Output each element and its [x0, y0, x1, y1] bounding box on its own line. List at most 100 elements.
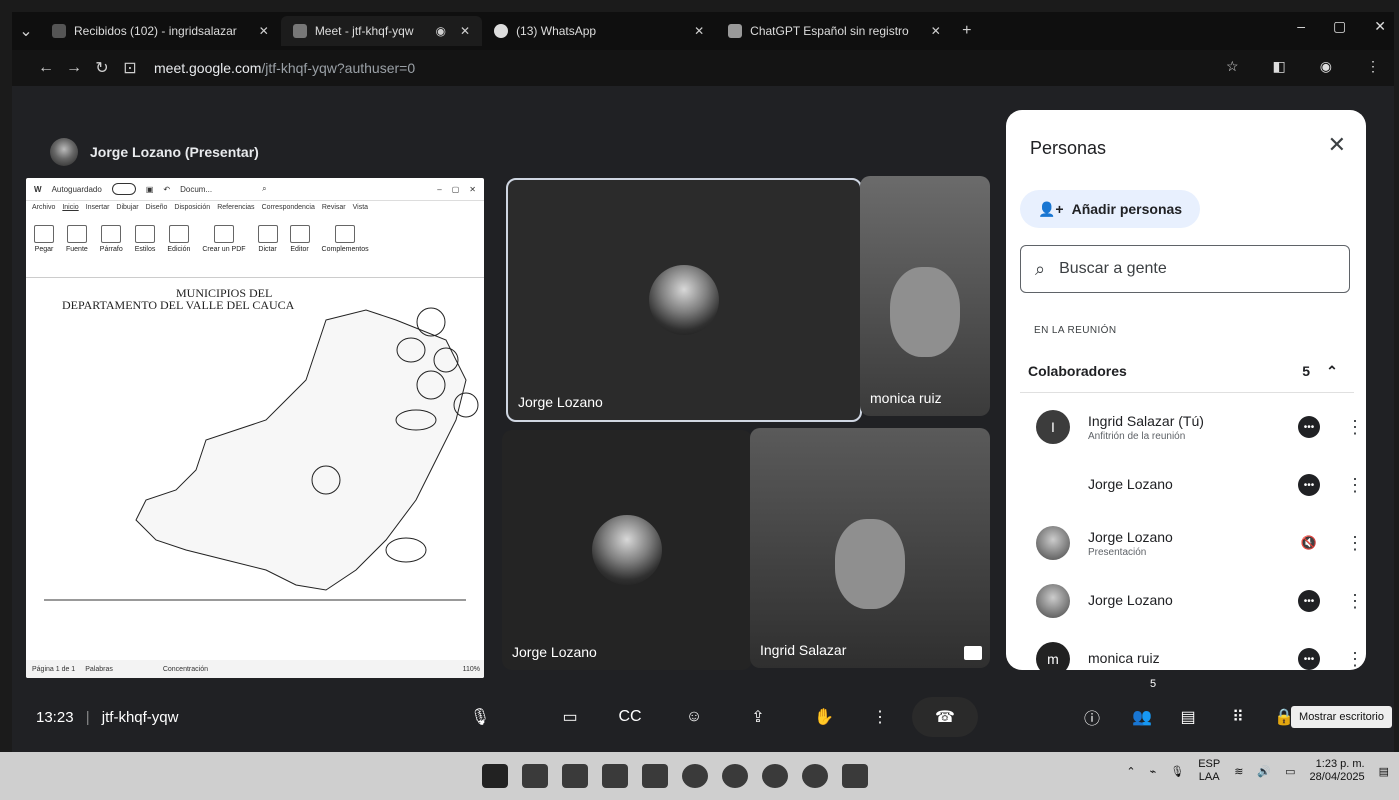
chat-button[interactable]: ▤: [1168, 697, 1208, 737]
start-icon[interactable]: [482, 764, 508, 788]
menu-item[interactable]: Revisar: [322, 204, 346, 218]
network-icon[interactable]: ⌁: [1150, 765, 1157, 778]
discord-icon[interactable]: [762, 764, 788, 788]
participant-name: Jorge Lozano: [1088, 528, 1173, 545]
more-options-icon[interactable]: ⋮: [1346, 533, 1364, 554]
profile-icon[interactable]: ◉: [1320, 58, 1332, 75]
search-icon[interactable]: ⌕: [262, 184, 266, 194]
tab-meet[interactable]: Meet - jtf-khqf-yqw ◉ ✕: [280, 16, 483, 46]
menu-item[interactable]: Referencias: [217, 204, 254, 218]
notifications-icon[interactable]: ▤: [1379, 765, 1389, 778]
minimize-icon[interactable]: –: [437, 185, 441, 194]
info-button[interactable]: ⓘ: [1072, 697, 1112, 737]
ribbon-addins[interactable]: Complementos: [322, 225, 369, 273]
minimize-icon[interactable]: –: [1297, 18, 1305, 35]
ribbon-editing[interactable]: Edición: [167, 225, 190, 273]
close-icon[interactable]: ✕: [931, 24, 941, 38]
close-icon[interactable]: ✕: [694, 24, 704, 38]
activities-button[interactable]: ⠿: [1218, 697, 1258, 737]
extensions-icon[interactable]: ◧: [1273, 58, 1286, 75]
present-button[interactable]: ⇪: [738, 697, 778, 737]
forward-icon[interactable]: →: [60, 59, 88, 77]
back-icon[interactable]: ←: [32, 59, 60, 77]
more-options-icon[interactable]: ⋮: [1346, 417, 1364, 438]
status-zoom[interactable]: 110%: [463, 666, 480, 673]
autosave-toggle[interactable]: [111, 183, 136, 195]
collaborators-group-header[interactable]: Colaboradores 5 ⌃: [1020, 350, 1354, 393]
language-indicator[interactable]: ESP LAA: [1198, 758, 1220, 784]
participant-tile[interactable]: Ingrid Salazar: [750, 428, 990, 668]
excel-icon[interactable]: [562, 764, 588, 788]
more-options-icon[interactable]: ⋮: [1346, 475, 1364, 496]
participant-tile[interactable]: Jorge Lozano: [506, 178, 862, 422]
tab-chatgpt[interactable]: ChatGPT Español sin registro ✕: [716, 16, 953, 46]
url-field[interactable]: meet.google.com/jtf-khqf-yqw?authuser=0: [154, 60, 415, 76]
ribbon-font[interactable]: Fuente: [66, 225, 88, 273]
close-icon[interactable]: ✕: [1328, 132, 1346, 158]
edge-icon[interactable]: [682, 764, 708, 788]
close-icon[interactable]: ✕: [460, 24, 470, 38]
volume-icon[interactable]: 🔊: [1257, 765, 1271, 778]
menu-item[interactable]: Diseño: [146, 204, 168, 218]
browser-menu-icon[interactable]: ⋮: [1366, 58, 1380, 75]
site-info-icon[interactable]: ⊡: [116, 58, 144, 78]
menu-item[interactable]: Archivo: [32, 204, 55, 218]
people-search-input[interactable]: ⌕ Buscar a gente: [1020, 245, 1350, 293]
bookmark-star-icon[interactable]: ☆: [1226, 58, 1239, 75]
battery-icon[interactable]: ▭: [1285, 765, 1295, 778]
hang-up-button[interactable]: ☎: [912, 697, 978, 737]
chrome-icon[interactable]: [802, 764, 828, 788]
camera-button[interactable]: ▭: [550, 697, 590, 737]
ribbon-paste[interactable]: Pegar: [34, 225, 54, 273]
mic-button[interactable]: 🎙: [460, 697, 500, 737]
ribbon-styles[interactable]: Estilos: [135, 225, 155, 273]
word-icon[interactable]: [522, 764, 548, 788]
save-icon[interactable]: ▣: [146, 185, 154, 194]
chevron-up-icon[interactable]: ⌃: [1126, 765, 1135, 778]
whatsapp-icon: [494, 24, 509, 38]
more-options-icon[interactable]: ⋮: [860, 697, 900, 737]
people-button[interactable]: 👥: [1122, 697, 1162, 737]
menu-item[interactable]: Insertar: [86, 204, 110, 218]
mic-icon[interactable]: 🎙: [1170, 765, 1184, 778]
browser-icon[interactable]: [722, 764, 748, 788]
restore-icon[interactable]: ▢: [1333, 18, 1346, 35]
participant-tile[interactable]: monica ruiz: [860, 176, 990, 416]
language-code: ESP: [1198, 758, 1221, 770]
file-explorer-icon[interactable]: [642, 764, 668, 788]
add-people-button[interactable]: 👤+ Añadir personas: [1020, 190, 1201, 228]
reload-icon[interactable]: ↻: [88, 58, 116, 78]
wifi-icon[interactable]: ≋: [1234, 765, 1243, 778]
ribbon-create-pdf[interactable]: Crear un PDF: [202, 225, 246, 273]
captions-button[interactable]: CC: [610, 697, 650, 737]
pin-icon[interactable]: [964, 646, 982, 660]
raise-hand-button[interactable]: ✋: [804, 697, 844, 737]
word-titlebar: W Autoguardado ▣ ↶ Docum... ⌕ – ▢ ✕: [26, 178, 484, 201]
clock[interactable]: 1:23 p. m. 28/04/2025: [1310, 758, 1365, 784]
participant-tile[interactable]: Jorge Lozano: [502, 430, 752, 670]
menu-item[interactable]: Correspondencia: [262, 204, 315, 218]
menu-item[interactable]: Inicio: [62, 204, 78, 218]
close-icon[interactable]: ✕: [259, 24, 269, 38]
tab-whatsapp[interactable]: (13) WhatsApp ✕: [482, 16, 716, 46]
status-focus[interactable]: Concentración: [163, 666, 208, 673]
menu-item[interactable]: Vista: [353, 204, 368, 218]
tab-list-icon[interactable]: ⌄: [12, 21, 40, 41]
menu-item[interactable]: Dibujar: [116, 204, 138, 218]
ribbon-paragraph[interactable]: Párrafo: [100, 225, 123, 273]
more-options-icon[interactable]: ⋮: [1346, 591, 1364, 612]
more-options-icon[interactable]: ⋮: [1346, 649, 1364, 670]
ribbon-editor[interactable]: Editor: [289, 225, 310, 273]
menu-item[interactable]: Disposición: [174, 204, 210, 218]
tab-gmail[interactable]: Recibidos (102) - ingridsalazar ✕: [40, 16, 281, 46]
undo-icon[interactable]: ↶: [163, 185, 170, 194]
store-icon[interactable]: [602, 764, 628, 788]
acrobat-icon[interactable]: [842, 764, 868, 788]
new-tab-icon[interactable]: +: [953, 22, 981, 40]
ribbon-dictate[interactable]: Dictar: [257, 225, 278, 273]
restore-icon[interactable]: ▢: [452, 185, 460, 194]
emoji-button[interactable]: ☺: [674, 697, 714, 737]
window-close-icon[interactable]: ✕: [1374, 18, 1386, 35]
chevron-up-icon[interactable]: ⌃: [1310, 363, 1354, 380]
close-icon[interactable]: ✕: [469, 185, 476, 194]
